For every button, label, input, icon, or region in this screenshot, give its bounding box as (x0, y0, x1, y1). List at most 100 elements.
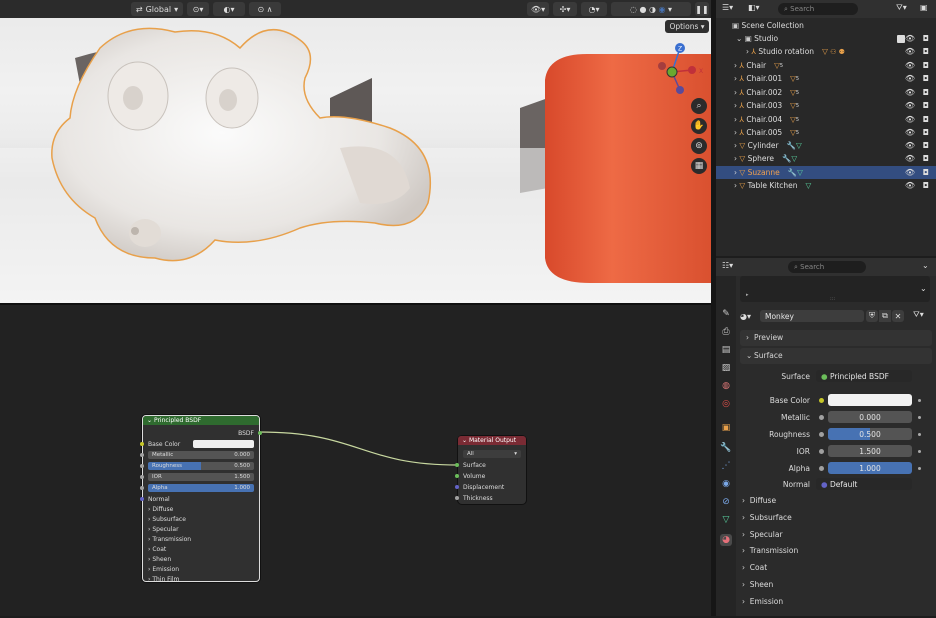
particles-tab-icon[interactable]: ⋰ (720, 460, 732, 472)
include-checkbox[interactable] (897, 34, 905, 43)
camera-icon[interactable]: ◘ (923, 74, 929, 83)
eye-icon[interactable]: 👁 (905, 101, 915, 110)
transform-orientation-dropdown[interactable]: ⇄ Global ▾ (131, 2, 183, 16)
modifier-tab-icon[interactable]: 🔧 (720, 442, 732, 454)
keyframe-dot[interactable] (918, 416, 921, 419)
base-color-swatch[interactable] (828, 394, 912, 406)
metallic-socket-icon[interactable] (819, 415, 824, 420)
preview-panel-header[interactable]: › Preview (740, 330, 932, 346)
outliner-row-sphere[interactable]: › ▽ Sphere 🔧 ▽ 👁 ◘ (716, 152, 936, 165)
ior-socket[interactable] (140, 475, 144, 479)
outliner-row-suzanne[interactable]: › ▽ Suzanne 🔧 ▽ 👁 ◘ (716, 166, 936, 179)
metallic-socket[interactable] (140, 453, 144, 457)
axis-y-handle[interactable] (666, 66, 678, 78)
overlay-button[interactable]: ◔▾ (581, 2, 607, 16)
eye-icon[interactable]: 👁 (905, 34, 915, 43)
material-name-field[interactable]: Monkey (760, 310, 864, 322)
outliner-row-scene-collection[interactable]: ▣ Scene Collection (716, 19, 936, 32)
zoom-icon[interactable]: ⌕ (691, 98, 707, 114)
keyframe-dot[interactable] (918, 467, 921, 470)
unlink-icon[interactable]: ✕ (892, 310, 904, 322)
pause-render-button[interactable]: ❚❚ (695, 2, 709, 16)
subpanel-emission[interactable]: › Emission (742, 597, 783, 606)
node-header[interactable]: ⌄ Principled BSDF (143, 416, 259, 425)
list-expand-icon[interactable]: ▸ (746, 292, 749, 298)
eye-icon[interactable]: 👁 (905, 61, 915, 70)
3d-viewport[interactable]: ⇄ Global ▾ ⊙▾ ◐▾ ⊙ ∧ 👁▾ ✣▾ ◔▾ ◌ ● ◑ ◉ ▾ ❚❚… (0, 0, 713, 303)
eye-icon[interactable]: 👁 (905, 88, 915, 97)
normal-socket[interactable] (140, 497, 144, 501)
keyframe-dot[interactable] (918, 399, 921, 402)
volume-input-socket[interactable] (455, 474, 459, 478)
camera-icon[interactable]: ◘ (923, 88, 929, 97)
eye-icon[interactable]: 👁 (905, 181, 915, 190)
view-layer-tab-icon[interactable]: ▨ (720, 362, 732, 374)
grid-toggle-icon[interactable]: ▦ (691, 158, 707, 174)
hand-pan-icon[interactable]: ✋ (691, 118, 707, 134)
scene-tab-icon[interactable]: ◍ (720, 380, 732, 392)
node-subpanel-diffuse[interactable]: › Diffuse (148, 505, 254, 513)
camera-icon[interactable]: ◘ (923, 128, 929, 137)
snap-button[interactable]: ◐▾ (213, 2, 245, 16)
constraints-tab-icon[interactable]: ⊘ (720, 496, 732, 508)
surface-panel-header[interactable]: ⌄ Surface (740, 348, 932, 364)
subpanel-subsurface[interactable]: › Subsurface (742, 513, 792, 522)
alpha-field[interactable]: Alpha 1.000 (148, 484, 254, 492)
roughness-socket[interactable] (140, 464, 144, 468)
chevron-down-icon[interactable]: ⌄ (922, 261, 929, 270)
roughness-field[interactable]: Roughness 0.500 (148, 462, 254, 470)
eye-icon[interactable]: 👁 (905, 47, 915, 56)
camera-icon[interactable]: ◘ (923, 168, 929, 177)
outliner-row-chair-003[interactable]: › ⅄ Chair.003 ▽ 5 👁 ◘ (716, 99, 936, 112)
node-subpanel-sheen[interactable]: › Sheen (148, 555, 254, 563)
eye-icon[interactable]: 👁 (905, 154, 915, 163)
display-mode-icon[interactable]: ◧▾ (748, 3, 770, 15)
material-slot-list[interactable]: ▸ ::: (740, 276, 930, 302)
new-collection-icon[interactable]: ▣ (920, 3, 928, 12)
node-subpanel-transmission[interactable]: › Transmission (148, 535, 254, 543)
outliner-row-table-kitchen[interactable]: › ▽ Table Kitchen ▽ 👁 ◘ (716, 179, 936, 192)
options-dropdown[interactable]: Options ▾ (665, 20, 709, 33)
axis-x-handle[interactable] (688, 66, 696, 74)
outliner-row-cylinder[interactable]: › ▽ Cylinder 🔧 ▽ 👁 ◘ (716, 139, 936, 152)
proportional-edit-button[interactable]: ⊙ ∧ (249, 2, 281, 16)
metallic-field[interactable]: Metallic 0.000 (148, 451, 254, 459)
tool-tab-icon[interactable]: ✎ (720, 308, 732, 320)
outliner-row-chair-005[interactable]: › ⅄ Chair.005 ▽ 5 👁 ◘ (716, 126, 936, 139)
shading-mode-buttons[interactable]: ◌ ● ◑ ◉ ▾ (611, 2, 691, 16)
subpanel-sheen[interactable]: › Sheen (742, 580, 773, 589)
principled-bsdf-node[interactable]: ⌄ Principled BSDF BSDF Base Color Metall… (140, 415, 262, 583)
outliner-search-input[interactable]: ⌕ Search (778, 3, 858, 15)
output-target-dropdown[interactable]: All ▾ (463, 450, 521, 458)
surface-shader-dropdown[interactable]: ● Principled BSDF (816, 370, 912, 382)
camera-icon[interactable]: ◘ (923, 34, 929, 43)
displacement-input-socket[interactable] (455, 485, 459, 489)
subpanel-coat[interactable]: › Coat (742, 563, 767, 572)
editor-type-icon[interactable]: ☰▾ (722, 3, 746, 15)
outliner-row-chair[interactable]: › ⅄ Chair ▽ 5 👁 ◘ (716, 59, 936, 72)
normal-dropdown[interactable]: ● Default (816, 478, 912, 490)
eye-icon[interactable]: 👁 (905, 115, 915, 124)
camera-icon[interactable]: ◘ (923, 141, 929, 150)
slot-specials-dropdown[interactable]: ⌄ (920, 284, 927, 293)
outliner-row-studio[interactable]: ⌄ ▣ Studio 👁 ◘ (716, 32, 936, 45)
alpha-socket[interactable] (140, 486, 144, 490)
ior-field[interactable]: IOR 1.500 (148, 473, 254, 481)
keyframe-dot[interactable] (918, 433, 921, 436)
node-header[interactable]: ⌄ Material Output (458, 436, 526, 445)
material-browse-icon[interactable]: ◕▾ (740, 310, 758, 322)
eye-icon[interactable]: 👁 (905, 168, 915, 177)
node-subpanel-emission[interactable]: › Emission (148, 565, 254, 573)
ior-socket-icon[interactable] (819, 449, 824, 454)
ior-field[interactable]: 1.500 (828, 445, 912, 457)
outliner-row-chair-002[interactable]: › ⅄ Chair.002 ▽ 5 👁 ◘ (716, 86, 936, 99)
output-tab-icon[interactable]: ▤ (720, 344, 732, 356)
subpanel-transmission[interactable]: › Transmission (742, 546, 798, 555)
gizmo-button[interactable]: ✣▾ (553, 2, 577, 16)
alpha-socket-icon[interactable] (819, 466, 824, 471)
list-resize-handle[interactable]: ::: (830, 296, 835, 302)
thickness-input-socket[interactable] (455, 496, 459, 500)
roughness-socket-icon[interactable] (819, 432, 824, 437)
shader-node-editor[interactable]: ⌄ Principled BSDF BSDF Base Color Metall… (0, 303, 711, 616)
node-subpanel-subsurface[interactable]: › Subsurface (148, 515, 254, 523)
